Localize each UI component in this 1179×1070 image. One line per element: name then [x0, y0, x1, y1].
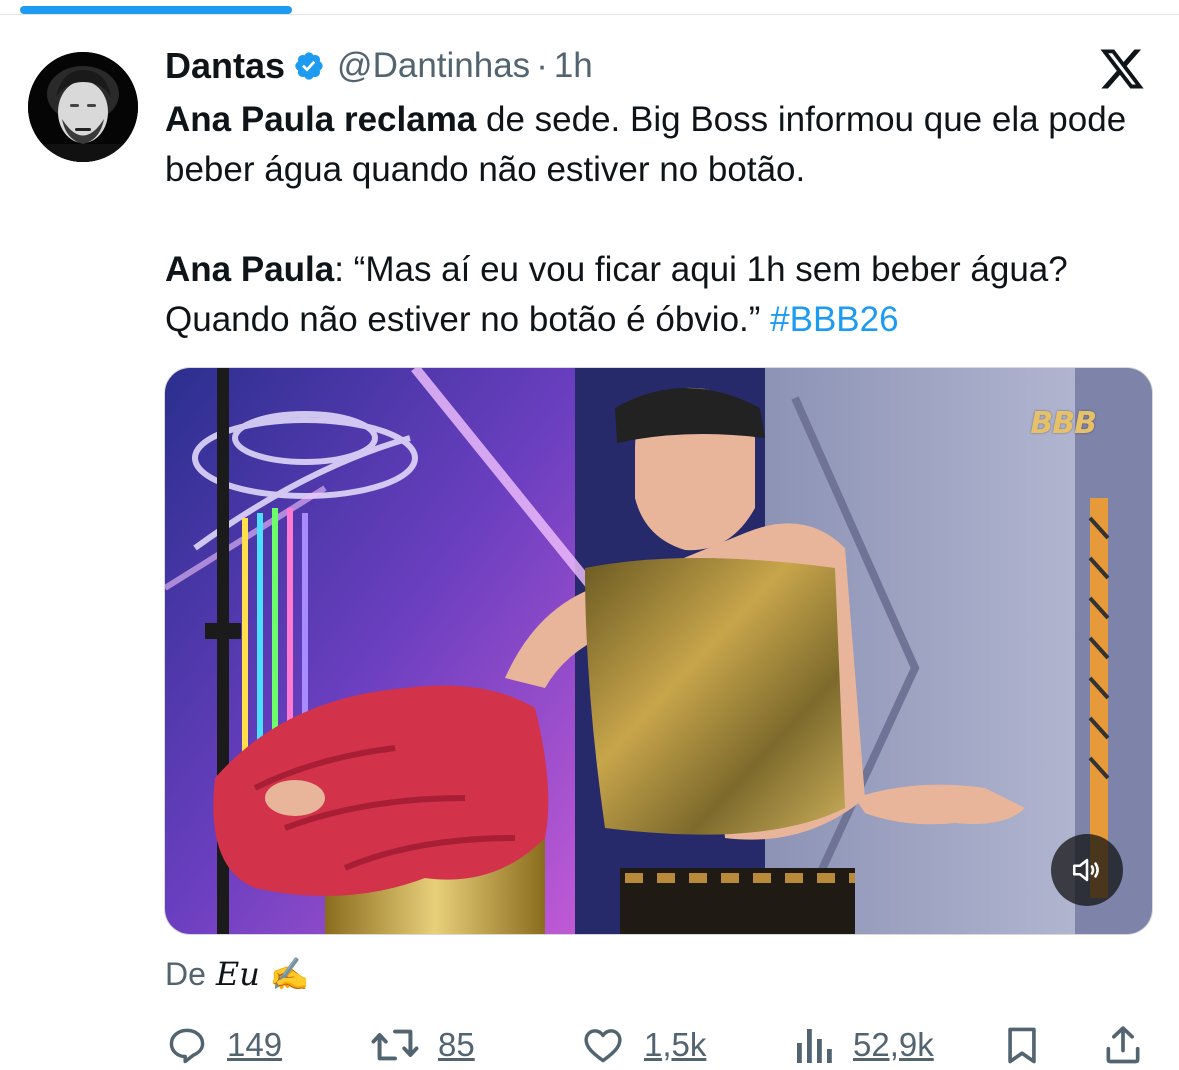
volume-button[interactable]: [1051, 834, 1123, 906]
hashtag-link[interactable]: #BBB26: [770, 300, 898, 339]
volume-icon: [1072, 858, 1099, 882]
bbb-watermark: BBB: [1030, 406, 1097, 441]
top-progress-bar: [20, 6, 292, 14]
video-player[interactable]: BBB: [164, 367, 1153, 935]
via-source[interactable]: Eu: [216, 955, 260, 993]
tweet-text: Ana Paula reclama de sede. Big Boss info…: [165, 95, 1165, 345]
video-frame: [165, 368, 1152, 934]
like-button[interactable]: 1,5k: [580, 1020, 706, 1070]
avatar[interactable]: [28, 52, 138, 162]
bookmark-button[interactable]: [1000, 1020, 1044, 1070]
reply-button[interactable]: 149: [165, 1020, 282, 1070]
repost-count: 85: [438, 1026, 475, 1063]
tweet-paragraph-1: Ana Paula reclama de sede. Big Boss info…: [165, 95, 1165, 195]
views-button[interactable]: 52,9k: [795, 1020, 934, 1070]
action-bar: 149 85 1,5k 52,9k: [165, 1020, 1155, 1070]
tweet-paragraph-2: Ana Paula: “Mas aí eu vou ficar aqui 1h …: [165, 245, 1165, 345]
like-count: 1,5k: [644, 1026, 707, 1063]
separator-dot: ·: [536, 46, 548, 85]
timestamp[interactable]: 1h: [554, 46, 593, 86]
reply-count: 149: [227, 1026, 283, 1063]
like-icon: [584, 1029, 622, 1063]
share-button[interactable]: [1101, 1020, 1145, 1070]
repost-icon: [371, 1029, 419, 1061]
x-logo-icon: [1100, 49, 1144, 89]
tweet-bold-1: Ana Paula reclama: [165, 100, 477, 139]
share-icon: [1106, 1026, 1140, 1064]
repost-button[interactable]: 85: [370, 1020, 475, 1070]
via-prefix: De: [165, 955, 206, 992]
via-attribution: De Eu ✍️: [165, 955, 310, 993]
reply-icon: [169, 1028, 205, 1064]
verified-badge-icon: [295, 52, 323, 80]
writing-hand-emoji: ✍️: [269, 956, 310, 992]
bookmark-icon: [1008, 1027, 1036, 1064]
views-icon: [797, 1029, 832, 1063]
tweet-bold-2: Ana Paula: [165, 250, 335, 289]
tweet-header: Dantas @Dantinhas · 1h: [165, 42, 593, 90]
divider: [0, 14, 1179, 15]
author-name[interactable]: Dantas: [165, 45, 285, 87]
author-handle[interactable]: @Dantinhas: [337, 46, 530, 86]
views-count: 52,9k: [853, 1026, 934, 1063]
